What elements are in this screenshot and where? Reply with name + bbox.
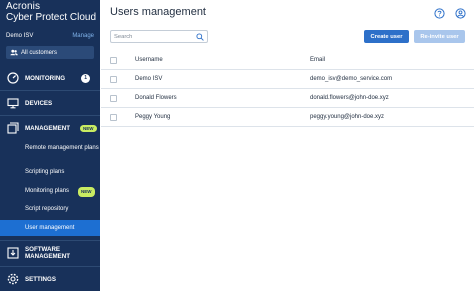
cell-email: donald.flowers@john-doe.xyz [310,95,389,101]
reinvite-user-button[interactable]: Re-invite user [414,30,465,43]
nav-devices[interactable]: DEVICES [0,96,100,110]
sub-item-remote-management-plans[interactable]: Remote management plans [25,145,99,153]
nav-divider [0,115,100,116]
management-icon [7,122,19,134]
tenant-name: Demo ISV [6,33,34,39]
nav-management[interactable]: MANAGEMENT NEW [0,121,100,135]
table-row[interactable]: Donald Flowers donald.flowers@john-doe.x… [101,89,474,108]
table-row[interactable]: Peggy Young peggy.young@john-doe.xyz [101,108,474,127]
table-header-row: Username Email [101,51,474,70]
column-header-username[interactable]: Username [135,57,163,63]
cell-username: Demo ISV [135,76,163,82]
brand-line-1: Acronis [6,1,41,12]
help-icon[interactable] [434,8,445,19]
gauge-icon [7,72,19,84]
row-checkbox[interactable] [110,114,117,121]
table-row[interactable]: Demo ISV demo_isv@demo_service.com [101,70,474,89]
nav-settings-label: SETTINGS [25,275,56,283]
nav-divider [0,90,100,91]
nav-monitoring-label: MONITORING [25,74,66,82]
sidebar: Acronis Cyber Protect Cloud Demo ISV Man… [0,0,100,291]
customer-select[interactable]: All customers [6,46,94,59]
cell-username: Donald Flowers [135,95,177,101]
select-all-checkbox[interactable] [110,57,117,64]
monitor-icon [7,97,19,109]
search-input[interactable]: Search [110,30,208,43]
cell-email: demo_isv@demo_service.com [310,76,393,82]
column-header-email[interactable]: Email [310,57,325,63]
tenant-row: Demo ISV Manage [6,33,96,43]
cell-username: Peggy Young [135,114,171,120]
gear-icon [7,273,19,285]
cell-email: peggy.young@john-doe.xyz [310,114,385,120]
nav-management-label: MANAGEMENT [25,124,71,132]
row-checkbox[interactable] [110,76,117,83]
page-title: Users management [110,6,206,18]
monitoring-plans-new-badge: NEW [78,187,95,197]
customer-select-value: All customers [21,49,58,56]
sub-item-monitoring-plans[interactable]: Monitoring plans NEW [25,187,99,197]
brand-logo: Acronis Cyber Protect Cloud [6,1,97,23]
sub-item-monitoring-plans-label: Monitoring plans [25,188,70,194]
nav-divider [0,266,100,267]
nav-settings[interactable]: SETTINGS [0,272,100,286]
monitoring-count-badge: 1 [81,73,91,83]
management-new-badge: NEW [80,124,97,132]
sub-item-script-repository[interactable]: Script repository [25,206,99,214]
account-icon[interactable] [455,8,466,19]
search-icon[interactable] [196,33,204,41]
row-checkbox[interactable] [110,95,117,102]
software-icon [7,247,19,259]
search-placeholder: Search [114,33,133,40]
sub-item-user-management[interactable]: User management [25,225,99,233]
brand-line-2: Cyber Protect Cloud [6,11,97,23]
manage-link[interactable]: Manage [72,33,94,39]
nav-software-management[interactable]: SOFTWARE MANAGEMENT [0,245,100,261]
nav-software-management-label: SOFTWARE MANAGEMENT [25,246,71,260]
nav-monitoring[interactable]: MONITORING 1 [0,71,100,85]
create-user-button[interactable]: Create user [364,30,409,43]
nav-devices-label: DEVICES [25,99,53,107]
users-icon [10,49,18,56]
nav-divider [0,240,100,241]
sub-item-scripting-plans[interactable]: Scripting plans [25,169,99,177]
